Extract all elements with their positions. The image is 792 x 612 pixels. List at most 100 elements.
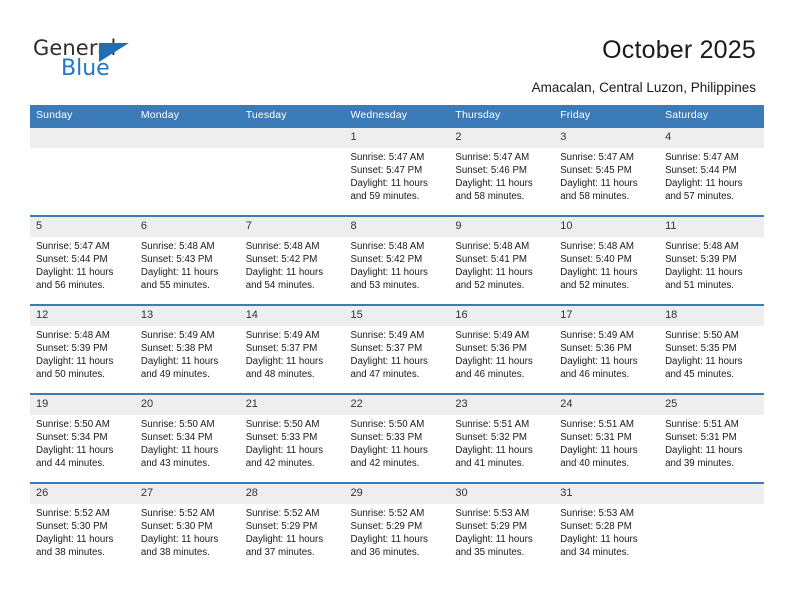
calendar-day-cell[interactable]: 6 Sunrise: 5:48 AM Sunset: 5:43 PM Daylight… <box>134 215 240 305</box>
day-number: 24 <box>554 395 660 415</box>
calendar-day-cell[interactable]: 26 Sunrise: 5:52 AM Sunset: 5:30 PM Dayligh… <box>30 482 135 572</box>
sunset-time: Sunset: 5:29 PM <box>350 521 423 533</box>
calendar-day-cell-empty <box>239 126 345 216</box>
day-number: 3 <box>554 128 660 148</box>
sunset-time: Sunset: 5:38 PM <box>140 343 213 355</box>
daylight-duration-line1: Daylight: 11 hours <box>140 267 219 279</box>
calendar-day-cell[interactable]: 22 Sunrise: 5:50 AM Sunset: 5:33 PM Dayligh… <box>344 393 450 483</box>
day-number: 12 <box>30 306 135 326</box>
daylight-duration-line1: Daylight: 11 hours <box>350 356 428 368</box>
calendar-day-cell[interactable]: 9 Sunrise: 5:48 AM Sunset: 5:41 PM Daylight… <box>449 215 555 305</box>
daylight-duration-line2: and 53 minutes. <box>350 280 420 292</box>
calendar-day-cell[interactable]: 3 Sunrise: 5:47 AM Sunset: 5:45 PM Daylight… <box>554 126 660 216</box>
day-sun-info: Sunrise: 5:48 AM Sunset: 5:43 PM Daylight:… <box>135 237 240 292</box>
calendar-day-cell[interactable]: 4 Sunrise: 5:47 AM Sunset: 5:44 PM Daylight… <box>659 126 764 216</box>
daylight-duration-line1: Daylight: 11 hours <box>560 178 638 190</box>
calendar-day-cell[interactable]: 11 Sunrise: 5:48 AM Sunset: 5:39 PM Dayligh… <box>659 215 764 305</box>
calendar-day-cell[interactable]: 25 Sunrise: 5:51 AM Sunset: 5:31 PM Dayligh… <box>659 393 764 483</box>
day-sun-info: Sunrise: 5:49 AM Sunset: 5:36 PM Daylight:… <box>554 326 659 381</box>
daylight-duration-line1: Daylight: 11 hours <box>455 178 533 190</box>
sunset-time: Sunset: 5:31 PM <box>560 432 632 444</box>
sunrise-time: Sunrise: 5:51 AM <box>455 419 530 430</box>
daylight-duration-line1: Daylight: 11 hours <box>245 356 324 368</box>
calendar-day-cell[interactable]: 18 Sunrise: 5:50 AM Sunset: 5:35 PM Dayligh… <box>659 304 764 394</box>
calendar-day-cell[interactable]: 17 Sunrise: 5:49 AM Sunset: 5:36 PM Dayligh… <box>554 304 660 394</box>
calendar-day-cell[interactable]: 24 Sunrise: 5:51 AM Sunset: 5:31 PM Dayligh… <box>554 393 660 483</box>
calendar-day-cell[interactable]: 16 Sunrise: 5:49 AM Sunset: 5:36 PM Dayligh… <box>449 304 555 394</box>
sunrise-time: Sunrise: 5:47 AM <box>560 152 634 163</box>
calendar-day-cell[interactable]: 21 Sunrise: 5:50 AM Sunset: 5:33 PM Dayligh… <box>239 393 345 483</box>
weekday-header-wednesday: Wednesday <box>344 105 450 127</box>
calendar-day-cell[interactable]: 30 Sunrise: 5:53 AM Sunset: 5:29 PM Dayligh… <box>449 482 555 572</box>
sunset-time: Sunset: 5:44 PM <box>36 254 108 266</box>
logo-text-blue: Blue <box>61 56 110 81</box>
daylight-duration-line2: and 52 minutes. <box>560 280 630 292</box>
sunrise-time: Sunrise: 5:48 AM <box>665 241 739 252</box>
sunrise-time: Sunrise: 5:52 AM <box>350 508 425 519</box>
calendar-day-cell[interactable]: 12 Sunrise: 5:48 AM Sunset: 5:39 PM Dayligh… <box>30 304 135 394</box>
day-number <box>134 128 240 148</box>
day-sun-info: Sunrise: 5:47 AM Sunset: 5:46 PM Daylight:… <box>449 148 554 203</box>
daylight-duration-line2: and 48 minutes. <box>245 369 315 381</box>
day-number: 18 <box>659 306 764 326</box>
calendar-day-cell[interactable]: 19 Sunrise: 5:50 AM Sunset: 5:34 PM Dayligh… <box>30 393 135 483</box>
sunset-time: Sunset: 5:35 PM <box>665 343 737 355</box>
calendar-day-cell[interactable]: 15 Sunrise: 5:49 AM Sunset: 5:37 PM Dayligh… <box>344 304 450 394</box>
calendar-day-cell[interactable]: 23 Sunrise: 5:51 AM Sunset: 5:32 PM Dayligh… <box>449 393 555 483</box>
day-number: 27 <box>134 484 240 504</box>
calendar-day-cell[interactable]: 5 Sunrise: 5:47 AM Sunset: 5:44 PM Daylight… <box>30 215 135 305</box>
calendar-day-cell[interactable]: 1 Sunrise: 5:47 AM Sunset: 5:47 PM Daylight… <box>344 126 450 216</box>
sunrise-time: Sunrise: 5:47 AM <box>350 152 425 163</box>
day-sun-info: Sunrise: 5:51 AM Sunset: 5:31 PM Daylight:… <box>554 415 659 470</box>
calendar-day-cell[interactable]: 7 Sunrise: 5:48 AM Sunset: 5:42 PM Daylight… <box>239 215 345 305</box>
day-sun-info: Sunrise: 5:47 AM Sunset: 5:44 PM Daylight:… <box>659 148 764 203</box>
daylight-duration-line1: Daylight: 11 hours <box>245 267 324 279</box>
daylight-duration-line2: and 58 minutes. <box>455 191 525 203</box>
calendar-day-cell[interactable]: 13 Sunrise: 5:49 AM Sunset: 5:38 PM Dayligh… <box>134 304 240 394</box>
sunrise-time: Sunrise: 5:53 AM <box>560 508 634 519</box>
calendar-day-cell[interactable]: 10 Sunrise: 5:48 AM Sunset: 5:40 PM Dayligh… <box>554 215 660 305</box>
weekday-header-row: Sunday Monday Tuesday Wednesday Thursday… <box>30 105 764 127</box>
sunset-time: Sunset: 5:33 PM <box>350 432 423 444</box>
day-sun-info: Sunrise: 5:49 AM Sunset: 5:36 PM Daylight:… <box>449 326 554 381</box>
day-sun-info: Sunrise: 5:48 AM Sunset: 5:42 PM Daylight:… <box>345 237 450 292</box>
day-number: 13 <box>134 306 240 326</box>
calendar-day-cell[interactable]: 2 Sunrise: 5:47 AM Sunset: 5:46 PM Daylight… <box>449 126 555 216</box>
calendar-day-cell[interactable]: 20 Sunrise: 5:50 AM Sunset: 5:34 PM Dayligh… <box>134 393 240 483</box>
calendar-day-cell-empty <box>30 126 135 216</box>
sunrise-time: Sunrise: 5:50 AM <box>350 419 425 430</box>
daylight-duration-line1: Daylight: 11 hours <box>245 534 324 546</box>
daylight-duration-line1: Daylight: 11 hours <box>140 445 219 457</box>
day-number: 30 <box>449 484 555 504</box>
calendar-day-cell[interactable]: 8 Sunrise: 5:48 AM Sunset: 5:42 PM Daylight… <box>344 215 450 305</box>
sunrise-time: Sunrise: 5:48 AM <box>245 241 320 252</box>
daylight-duration-line1: Daylight: 11 hours <box>350 267 428 279</box>
sunset-time: Sunset: 5:41 PM <box>455 254 527 266</box>
day-sun-info: Sunrise: 5:52 AM Sunset: 5:30 PM Daylight:… <box>30 504 135 559</box>
sunset-time: Sunset: 5:43 PM <box>140 254 213 266</box>
sunset-time: Sunset: 5:28 PM <box>560 521 632 533</box>
calendar-day-cell[interactable]: 27 Sunrise: 5:52 AM Sunset: 5:30 PM Dayligh… <box>134 482 240 572</box>
general-blue-logo[interactable]: General Blue <box>33 36 213 86</box>
calendar-day-cell[interactable]: 29 Sunrise: 5:52 AM Sunset: 5:29 PM Dayligh… <box>344 482 450 572</box>
day-sun-info: Sunrise: 5:48 AM Sunset: 5:39 PM Daylight:… <box>30 326 135 381</box>
calendar-day-cell[interactable]: 14 Sunrise: 5:49 AM Sunset: 5:37 PM Dayligh… <box>239 304 345 394</box>
day-number: 14 <box>239 306 345 326</box>
sunrise-time: Sunrise: 5:48 AM <box>560 241 634 252</box>
daylight-duration-line2: and 46 minutes. <box>560 369 630 381</box>
sunrise-time: Sunrise: 5:53 AM <box>455 508 530 519</box>
sunrise-time: Sunrise: 5:47 AM <box>455 152 530 163</box>
sunrise-time: Sunrise: 5:48 AM <box>36 330 110 341</box>
daylight-duration-line2: and 46 minutes. <box>455 369 525 381</box>
calendar-week-row: 12 Sunrise: 5:48 AM Sunset: 5:39 PM Dayligh… <box>30 304 764 394</box>
daylight-duration-line2: and 50 minutes. <box>36 369 105 381</box>
daylight-duration-line1: Daylight: 11 hours <box>665 178 743 190</box>
sunrise-time: Sunrise: 5:51 AM <box>560 419 634 430</box>
calendar-day-cell[interactable]: 28 Sunrise: 5:52 AM Sunset: 5:29 PM Dayligh… <box>239 482 345 572</box>
sunrise-time: Sunrise: 5:51 AM <box>665 419 739 430</box>
day-sun-info: Sunrise: 5:50 AM Sunset: 5:34 PM Daylight:… <box>30 415 135 470</box>
calendar-day-cell[interactable]: 31 Sunrise: 5:53 AM Sunset: 5:28 PM Dayligh… <box>554 482 660 572</box>
sunset-time: Sunset: 5:37 PM <box>350 343 423 355</box>
day-sun-info: Sunrise: 5:52 AM Sunset: 5:29 PM Daylight:… <box>345 504 450 559</box>
daylight-duration-line2: and 37 minutes. <box>245 547 315 559</box>
